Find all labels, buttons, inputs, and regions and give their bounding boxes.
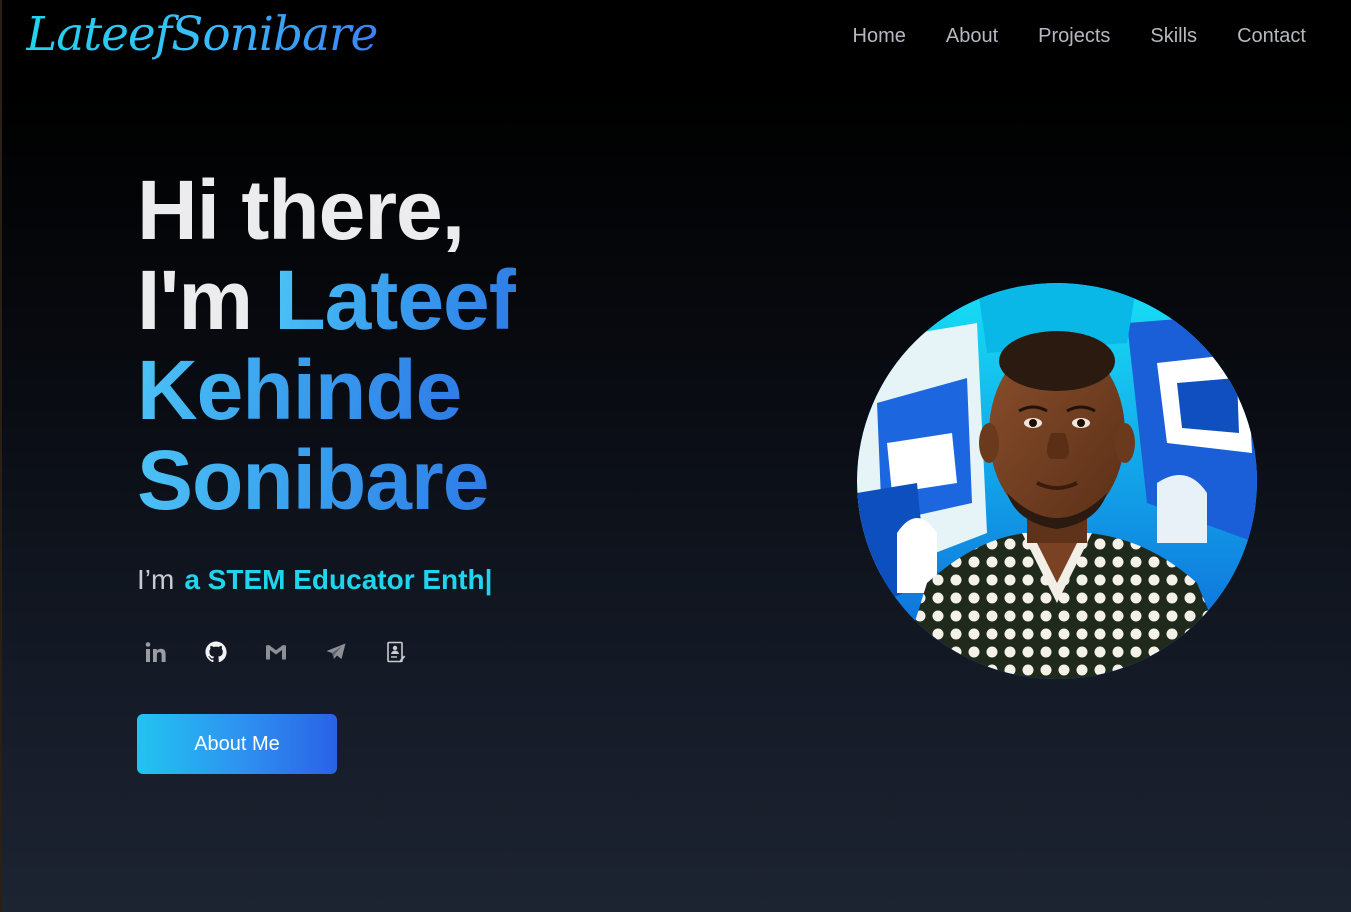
telegram-icon[interactable] <box>324 640 348 664</box>
linkedin-icon[interactable] <box>144 640 168 664</box>
hero-greeting: Hi there, <box>137 163 465 257</box>
main-nav: Home About Projects Skills Contact <box>853 22 1306 50</box>
profile-photo <box>857 283 1257 679</box>
nav-about[interactable]: About <box>946 22 998 50</box>
resume-icon[interactable] <box>384 640 408 664</box>
hero-headline: Hi there, I'm Lateef Kehinde Sonibare <box>137 165 777 525</box>
social-links <box>144 640 408 664</box>
about-me-button[interactable]: About Me <box>137 714 337 774</box>
nav-skills[interactable]: Skills <box>1150 22 1197 50</box>
tagline-typed-text: a STEM Educator Enth <box>184 564 485 595</box>
nav-contact[interactable]: Contact <box>1237 22 1306 50</box>
site-logo[interactable]: LateefSonibare <box>26 2 378 68</box>
nav-projects[interactable]: Projects <box>1038 22 1110 50</box>
hero-im: I'm <box>137 253 275 347</box>
typing-cursor: | <box>484 564 493 595</box>
github-icon[interactable] <box>204 640 228 664</box>
nav-home[interactable]: Home <box>853 22 906 50</box>
hero-section: Hi there, I'm Lateef Kehinde Sonibare <box>137 165 777 525</box>
frame-edge <box>0 0 2 912</box>
tagline-prefix: I’m <box>137 564 175 595</box>
hero-name-first: Lateef <box>274 253 516 347</box>
hero-name-middle: Kehinde <box>137 343 462 437</box>
hero-tagline: I’m a STEM Educator Enth| <box>137 560 492 600</box>
profile-photo-graphic <box>857 283 1257 679</box>
gmail-icon[interactable] <box>264 640 288 664</box>
hero-name-last: Sonibare <box>137 433 489 527</box>
